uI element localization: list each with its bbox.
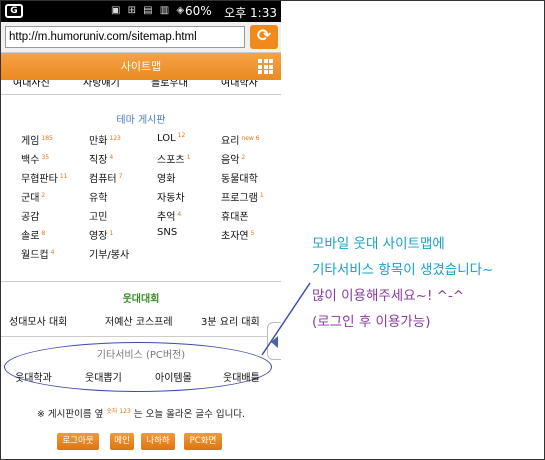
annotation-line-4: (로그인 후 이용가능) — [312, 314, 431, 330]
annotation-line-2: 기타서비스 항목이 생겼습니다~ — [312, 262, 494, 278]
annotation-line-3: 많이 이용해주세요~! ^-^ — [312, 288, 465, 304]
annotation-line-1: 모바일 웃대 사이트맵에 — [312, 236, 445, 252]
callout-line — [261, 282, 311, 356]
